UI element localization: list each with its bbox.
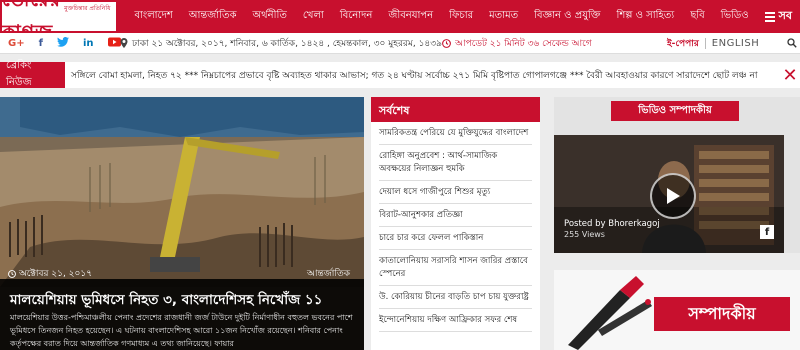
update-text: আপডেট ২১ মিনিট ৩৬ সেকেন্ড আগে xyxy=(455,38,592,49)
list-item[interactable]: বিরাট-আনুশকার প্রতিজ্ঞা xyxy=(379,204,532,227)
all-menu-label: সব xyxy=(778,9,792,22)
nav-item-economy[interactable]: অর্থনীতি xyxy=(245,8,295,25)
clock-icon xyxy=(8,269,16,278)
language-switch[interactable]: ENGLISH xyxy=(704,37,784,49)
nav-item-art-literature[interactable]: শিল্প ও সাহিত্য xyxy=(609,8,683,25)
nav-item-opinion[interactable]: মতামত xyxy=(481,8,526,25)
nav-item-international[interactable]: আন্তর্জাতিক xyxy=(181,8,245,25)
nav-item-bangladesh[interactable]: বাংলাদেশ xyxy=(126,8,180,25)
play-icon[interactable] xyxy=(650,173,696,219)
linkedin-icon[interactable]: in xyxy=(83,38,94,49)
clock-icon xyxy=(442,38,452,48)
story-headline[interactable]: মালয়েশিয়ায় ভূমিধসে নিহত ৩, বাংলাদেশিস… xyxy=(10,289,322,312)
nav-item-photo[interactable]: ছবি xyxy=(682,8,713,25)
twitter-icon[interactable] xyxy=(56,36,69,50)
video-posted-by: Posted by Bhorerkagoj xyxy=(564,219,660,229)
nav-item-science-tech[interactable]: বিজ্ঞান ও প্রযুক্তি xyxy=(526,8,608,25)
video-views: 255 Views xyxy=(564,230,605,239)
landslide-photo xyxy=(0,97,364,287)
list-item[interactable]: কাতালোনিয়ায় সরাসরি শাসন জারির প্রস্তাব… xyxy=(379,250,532,286)
breaking-news-bar: ব্রেকিং নিউজ সঙ্গিলে বোমা হামলা, নিহত ৭২… xyxy=(0,60,800,88)
list-item[interactable]: উ. কোরিয়ায় চীনের বাড়তি চাপ চায় যুক্ত… xyxy=(379,286,532,309)
date-text: ঢাকা ২১ অক্টোবর, ২০১৭, শনিবার, ৬ কার্তিক… xyxy=(132,38,442,49)
close-icon[interactable]: ✕ xyxy=(780,62,800,88)
fountain-pen-icon xyxy=(568,276,652,350)
video-editorial-heading: ভিডিও সম্পাদকীয় xyxy=(611,101,739,121)
editorial-heading: সম্পাদকীয় xyxy=(654,297,790,331)
main-nav: মুক্তচিন্তার প্রতিনিধি ভোরের কাগজ বাংলাদ… xyxy=(0,0,800,43)
nav-item-sports[interactable]: খেলা xyxy=(295,8,332,25)
list-item[interactable]: সামরিকতন্ত্র পেরিয়ে যে মুক্তিযুদ্ধের বা… xyxy=(379,122,532,145)
google-plus-icon[interactable]: G+ xyxy=(8,38,25,49)
hamburger-icon xyxy=(764,10,775,24)
location-pin-icon xyxy=(120,38,128,48)
facebook-icon[interactable]: f xyxy=(39,38,43,49)
story-summary: মালয়েশিয়ার উত্তর-পশ্চিমাঞ্চলীয় পেনাং … xyxy=(10,313,353,348)
site-logo[interactable]: মুক্তচিন্তার প্রতিনিধি ভোরের কাগজ xyxy=(0,0,119,43)
latest-news-panel: সর্বশেষ সামরিকতন্ত্র পেরিয়ে যে মুক্তিযু… xyxy=(371,97,540,350)
nav-item-lifestyle[interactable]: জীবনযাপন xyxy=(380,8,441,25)
video-editorial-panel: ভিডিও সম্পাদকীয় Posted by Bhorerkagoj 2… xyxy=(554,97,800,253)
list-item[interactable]: দেয়াল ধসে গাজীপুরে শিশুর মৃত্যু xyxy=(379,181,532,204)
info-bar: G+ f in ঢাকা ২১ অক্টোবর, ২০১৭, শনিবার, ৬… xyxy=(0,33,800,54)
breaking-news-label: ব্রেকিং নিউজ xyxy=(0,60,65,88)
lead-story[interactable]: অক্টোবর ২১, ২০১৭ আন্তর্জাতিক মালয়েশিয়া… xyxy=(0,97,364,350)
update-status: আপডেট ২১ মিনিট ৩৬ সেকেন্ড আগে xyxy=(442,36,640,51)
nav-items: বাংলাদেশ আন্তর্জাতিক অর্থনীতি খেলা বিনোদ… xyxy=(118,0,800,33)
latest-news-heading: সর্বশেষ xyxy=(371,100,540,122)
editorial-banner[interactable]: সম্পাদকীয় xyxy=(554,270,800,350)
youtube-icon[interactable] xyxy=(107,37,121,50)
date-display: ঢাকা ২১ অক্টোবর, ২০১৭, শনিবার, ৬ কার্তিক… xyxy=(120,36,442,51)
nav-item-entertainment[interactable]: বিনোদন xyxy=(332,8,381,25)
facebook-icon[interactable]: f xyxy=(760,225,774,239)
nav-item-feature[interactable]: ফিচার xyxy=(441,8,481,25)
search-icon[interactable] xyxy=(784,38,800,48)
nav-item-video[interactable]: ভিডিও xyxy=(713,8,757,25)
list-item[interactable]: ইন্দোনেশিয়ায় দক্ষিণ আফ্রিকার সফর শেষ xyxy=(379,309,532,332)
all-menu-button[interactable]: সব xyxy=(757,7,800,26)
latest-news-list: সামরিকতন্ত্র পেরিয়ে যে মুক্তিযুদ্ধের বা… xyxy=(371,122,540,332)
breaking-ticker[interactable]: সঙ্গিলে বোমা হামলা, নিহত ৭২ *** নিম্নচাপ… xyxy=(65,68,780,83)
logo-tagline: মুক্তচিন্তার প্রতিনিধি xyxy=(64,5,111,12)
social-icons: G+ f in xyxy=(0,36,121,50)
epaper-link[interactable]: ই-পেপার xyxy=(640,36,704,51)
video-player[interactable]: Posted by Bhorerkagoj 255 Views f xyxy=(554,135,784,253)
list-item[interactable]: চারে চার করে ফেলল পাকিস্তান xyxy=(379,227,532,250)
list-item[interactable]: রোহিঙ্গা অনুপ্রবেশ : আর্থ-সামাজিক অবক্ষয… xyxy=(379,145,532,181)
